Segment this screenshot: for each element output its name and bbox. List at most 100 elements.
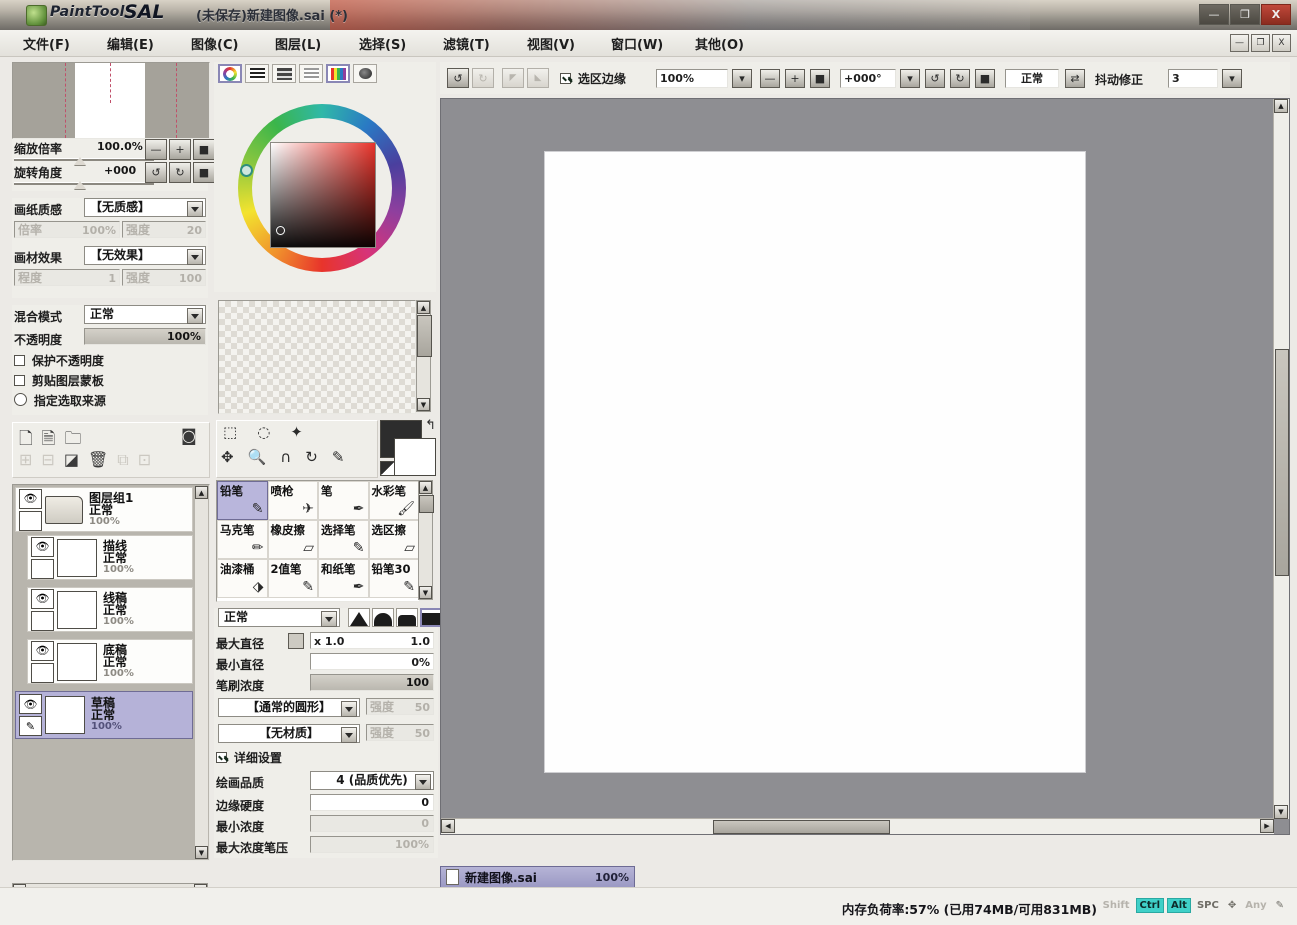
undo-button[interactable]: ↺ bbox=[447, 68, 469, 88]
swap-colors-icon[interactable]: ↰ bbox=[425, 418, 436, 433]
scroll-down-button[interactable]: ▼ bbox=[195, 846, 208, 859]
clipping-checkbox[interactable] bbox=[14, 375, 25, 386]
nav-zoom-reset-button[interactable]: ■ bbox=[193, 139, 215, 160]
nav-rotate-reset-button[interactable]: ■ bbox=[193, 162, 215, 183]
scroll-up-button[interactable]: ▲ bbox=[417, 301, 430, 314]
nav-zoom-out-button[interactable]: — bbox=[145, 139, 167, 160]
menu-item-file[interactable]: 文件(F) bbox=[18, 34, 75, 53]
canvas-vscroll-thumb[interactable] bbox=[1275, 349, 1289, 576]
canvas-paper[interactable] bbox=[545, 152, 1085, 772]
nib-dome-icon[interactable] bbox=[372, 608, 394, 627]
sv-knob[interactable] bbox=[276, 226, 285, 235]
zoom-in-button[interactable]: + bbox=[785, 69, 805, 88]
maximize-button[interactable]: ❐ bbox=[1230, 4, 1260, 25]
chevron-down-icon[interactable] bbox=[187, 308, 203, 324]
clipping-row[interactable]: 剪贴图层蒙板 bbox=[14, 372, 104, 389]
layer-visibility-toggle[interactable]: 👁 bbox=[19, 488, 42, 509]
close-button[interactable]: X bbox=[1261, 4, 1291, 25]
rotate-reset-button[interactable]: ■ bbox=[975, 69, 995, 88]
canvas-horizontal-scrollbar[interactable]: ◀ ▶ bbox=[441, 818, 1274, 834]
brush-blend-mode-combo[interactable]: 正常 bbox=[218, 608, 340, 627]
color-wheel-widget[interactable] bbox=[220, 86, 424, 286]
hsv-slider-tab[interactable] bbox=[272, 64, 296, 83]
chevron-down-icon[interactable] bbox=[187, 249, 203, 265]
brush-cell-11[interactable]: 铅笔30 ✎ bbox=[368, 559, 419, 598]
scroll-up-button[interactable]: ▲ bbox=[419, 481, 432, 494]
stabilizer-value[interactable]: 3 bbox=[1168, 69, 1218, 88]
brush-cell-10[interactable]: 和纸笔 ✒ bbox=[318, 559, 369, 598]
max-diameter-lock-button[interactable] bbox=[288, 633, 304, 649]
layer-list-scrollbar[interactable]: ▲ ▼ bbox=[195, 486, 208, 859]
brush-cell-8[interactable]: 油漆桶 ⬗ bbox=[217, 559, 268, 598]
layer-row-2[interactable]: 👁 线稿 正常 100% bbox=[27, 587, 193, 632]
move-tool-icon[interactable]: ✥ bbox=[221, 448, 234, 466]
navigator-rotate-slider[interactable] bbox=[14, 177, 154, 189]
zoom-tool-icon[interactable]: 🔍 bbox=[248, 448, 267, 466]
brush-cell-4[interactable]: 马克笔 ✏ bbox=[217, 520, 268, 559]
zoom-value-display[interactable]: 100% bbox=[656, 69, 728, 88]
layer-clip-toggle[interactable] bbox=[31, 558, 54, 579]
rotate-cw-button[interactable]: ↻ bbox=[950, 69, 970, 88]
menu-item-filter[interactable]: 滤镜(T) bbox=[438, 34, 495, 53]
brush-texture-combo[interactable]: 【无材质】 bbox=[218, 724, 360, 743]
edge-hardness-slider[interactable]: 0 bbox=[310, 794, 434, 811]
rgb-slider-tab[interactable] bbox=[245, 64, 269, 83]
layer-mask-icon[interactable]: ◙ bbox=[181, 426, 197, 445]
background-color-swatch[interactable] bbox=[394, 438, 436, 476]
menu-item-view[interactable]: 视图(V) bbox=[522, 34, 580, 53]
mdi-restore-button[interactable]: ❐ bbox=[1251, 34, 1270, 52]
brush-tool-grid[interactable]: 铅笔 ✎ 喷枪 ✈ 笔 ✒ 水彩笔 🖌 马克笔 ✏ 橡皮擦 ▱ 选择笔 ✎ 选区… bbox=[216, 480, 420, 602]
layer-clip-toggle[interactable] bbox=[19, 510, 42, 531]
layer-clip-toggle[interactable] bbox=[31, 662, 54, 683]
nib-sharp-icon[interactable] bbox=[348, 608, 370, 627]
swatch-scrollbar[interactable]: ▲ ▼ bbox=[416, 300, 432, 412]
rotate-view-tool-icon[interactable]: ∩ bbox=[280, 448, 291, 466]
menu-item-image[interactable]: 图像(C) bbox=[186, 34, 243, 53]
color-wheel-tab[interactable] bbox=[218, 64, 242, 83]
layer-list[interactable]: 👁 图层组1 正常 100% 👁 描线 正常 100% 👁 线稿 正常 100%… bbox=[12, 484, 210, 861]
menu-item-layer[interactable]: 图层(L) bbox=[270, 34, 326, 53]
brush-cell-9[interactable]: 2值笔 ✎ bbox=[267, 559, 318, 598]
flip-canvas-button[interactable]: ⇄ bbox=[1065, 69, 1085, 88]
scratchpad-tab[interactable] bbox=[353, 64, 377, 83]
menu-item-edit[interactable]: 编辑(E) bbox=[102, 34, 159, 53]
brush-cell-5[interactable]: 橡皮擦 ▱ bbox=[267, 520, 318, 559]
palette-tab[interactable] bbox=[326, 64, 350, 83]
mdi-close-button[interactable]: X bbox=[1272, 34, 1291, 52]
redo-all-button[interactable]: ◣ bbox=[527, 68, 549, 88]
menu-item-select[interactable]: 选择(S) bbox=[354, 34, 411, 53]
quality-combo[interactable]: 4 (品质优先) bbox=[310, 771, 434, 790]
redo-button[interactable]: ↻ bbox=[472, 68, 494, 88]
lock-alpha-checkbox[interactable] bbox=[14, 355, 25, 366]
paper-texture-combo[interactable]: 【无质感】 bbox=[84, 198, 206, 217]
scroll-down-button[interactable]: ▼ bbox=[419, 586, 432, 599]
chevron-down-icon[interactable] bbox=[187, 201, 203, 217]
navigator-preview[interactable] bbox=[12, 62, 210, 139]
canvas-scroll-left-button[interactable]: ◀ bbox=[441, 819, 455, 833]
delete-layer-icon[interactable]: 🗑 bbox=[88, 450, 108, 470]
brush-shape-combo[interactable]: 【通常的圆形】 bbox=[218, 698, 360, 717]
layer-row-1[interactable]: 👁 描线 正常 100% bbox=[27, 535, 193, 580]
canvas-hscroll-thumb[interactable] bbox=[713, 820, 890, 834]
stabilizer-dropdown-button[interactable]: ▾ bbox=[1222, 69, 1242, 88]
selection-edge-checkbox[interactable] bbox=[560, 73, 571, 84]
brush-cell-3[interactable]: 水彩笔 🖌 bbox=[368, 481, 419, 520]
layer-visibility-toggle[interactable]: 👁 bbox=[31, 588, 54, 609]
blend-mode-combo[interactable]: 正常 bbox=[84, 305, 206, 324]
min-diameter-value[interactable]: 0% bbox=[310, 653, 434, 670]
canvas-scroll-right-button[interactable]: ▶ bbox=[1260, 819, 1274, 833]
layer-clip-toggle[interactable] bbox=[31, 610, 54, 631]
swatch-scratch-panel[interactable] bbox=[218, 300, 416, 414]
layer-row-3[interactable]: 👁 底稿 正常 100% bbox=[27, 639, 193, 684]
density-slider[interactable]: 100 bbox=[310, 674, 434, 691]
slider-thumb[interactable] bbox=[74, 157, 86, 165]
minimize-button[interactable]: — bbox=[1199, 4, 1229, 25]
clear-layer-icon[interactable]: ◪ bbox=[64, 450, 79, 470]
hand-tool-icon[interactable]: ↻ bbox=[305, 448, 318, 466]
chevron-down-icon[interactable] bbox=[341, 727, 357, 743]
chevron-down-icon[interactable] bbox=[415, 774, 431, 790]
brush-cell-7[interactable]: 选区擦 ▱ bbox=[368, 520, 419, 559]
layer-pen-icon[interactable]: ✎ bbox=[19, 716, 42, 736]
canvas-vertical-scrollbar[interactable]: ▲ ▼ bbox=[1273, 99, 1289, 819]
layer-visibility-toggle[interactable]: 👁 bbox=[31, 640, 54, 661]
